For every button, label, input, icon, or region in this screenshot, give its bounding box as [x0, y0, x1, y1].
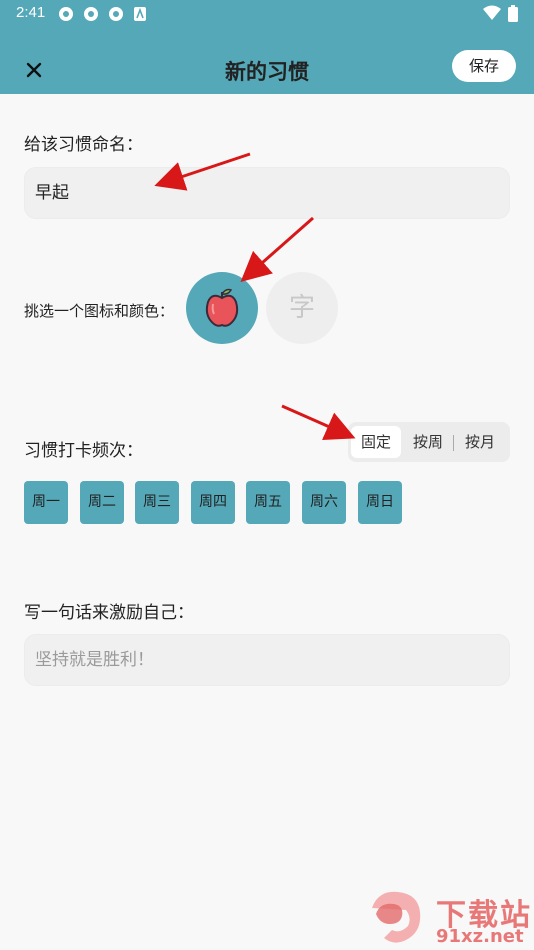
- character-icon-glyph: 字: [288, 293, 315, 323]
- day-chip-thursday[interactable]: 周四: [191, 481, 235, 524]
- icon-option-apple[interactable]: [186, 272, 258, 344]
- habit-name-label: 给该习惯命名：: [24, 135, 143, 155]
- day-chip-sunday[interactable]: 周日: [358, 481, 402, 524]
- frequency-label: 习惯打卡频次：: [24, 441, 143, 461]
- frequency-mode-fixed[interactable]: 固定: [351, 426, 401, 458]
- arrow-to-fixed-mode: [281, 404, 356, 441]
- day-chip-monday[interactable]: 周一: [24, 481, 68, 524]
- notification-icon: [109, 7, 123, 21]
- notification-icon: [59, 7, 73, 21]
- motto-label: 写一句话来激励自己：: [24, 603, 194, 623]
- day-chip-wednesday[interactable]: 周三: [135, 481, 179, 524]
- day-chip-saturday[interactable]: 周六: [302, 481, 346, 524]
- frequency-mode-monthly[interactable]: 按月: [456, 426, 504, 458]
- battery-icon: [508, 5, 518, 22]
- wifi-icon: [483, 5, 501, 20]
- day-chip-tuesday[interactable]: 周二: [80, 481, 124, 524]
- watermark-url: 91xz.net: [436, 926, 524, 947]
- watermark: 下载站 91xz.net: [366, 888, 534, 950]
- app-notification-icon: [134, 7, 146, 21]
- icon-color-label: 挑选一个图标和颜色：: [24, 302, 175, 320]
- frequency-mode-weekly[interactable]: 按周: [404, 426, 452, 458]
- arrow-to-apple-icon: [240, 216, 314, 282]
- motto-placeholder: 坚持就是胜利！: [35, 650, 154, 670]
- icon-option-character[interactable]: 字: [266, 272, 338, 344]
- app-header: 2:41 新的习惯 保存: [0, 0, 534, 94]
- save-button[interactable]: 保存: [452, 50, 516, 82]
- apple-icon: [205, 288, 239, 327]
- status-time: 2:41: [16, 4, 46, 21]
- habit-name-input[interactable]: 早起: [24, 167, 510, 219]
- watermark-logo-icon: [372, 891, 421, 943]
- notification-icon: [84, 7, 98, 21]
- motto-input[interactable]: 坚持就是胜利！: [24, 634, 510, 686]
- segment-divider: [453, 435, 454, 451]
- habit-name-value: 早起: [35, 183, 69, 203]
- frequency-mode-selector: 固定 按周 按月: [348, 422, 510, 462]
- day-chip-friday[interactable]: 周五: [246, 481, 290, 524]
